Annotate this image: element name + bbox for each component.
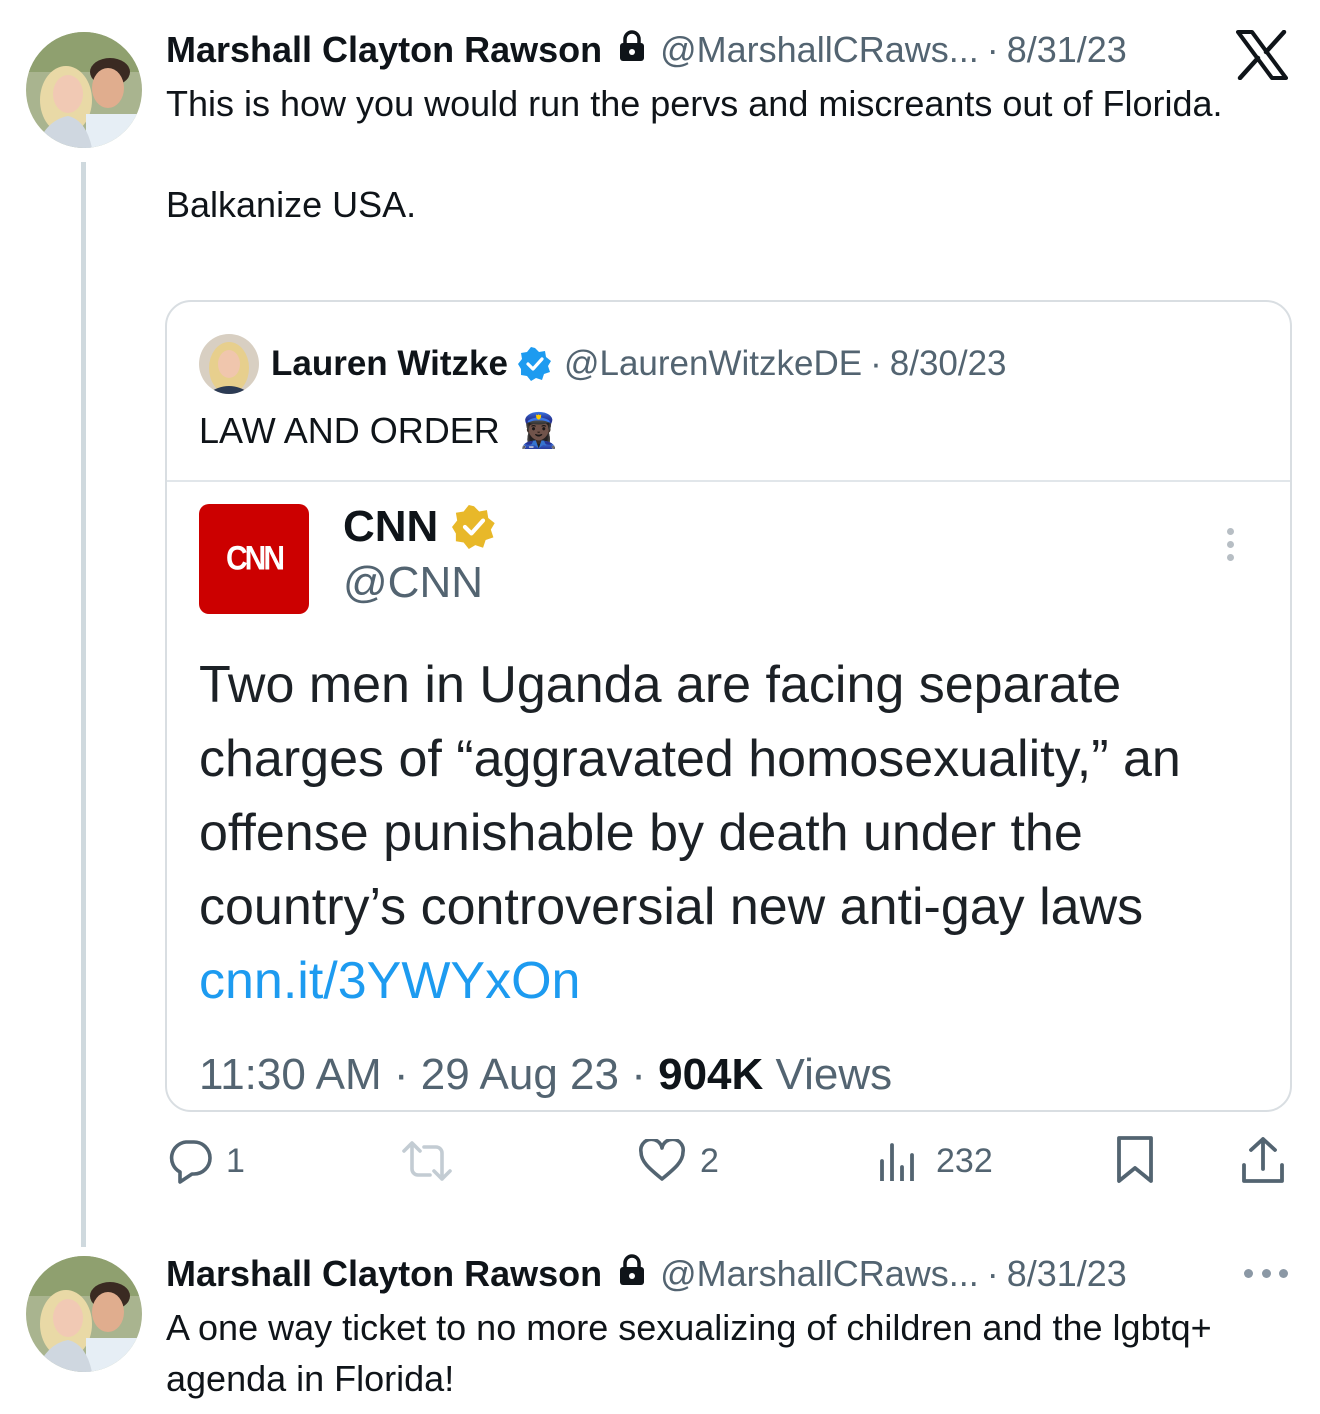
separator: · [870,344,882,383]
embedded-author-name: CNN [343,502,496,552]
reply-icon [169,1140,212,1184]
author-handle[interactable]: @MarshallCRaws... [660,29,979,71]
embedded-date: 29 Aug 23 [420,1050,619,1099]
like-icon [639,1139,685,1181]
x-logo-icon[interactable] [1236,29,1288,81]
like-button[interactable]: 2 [638,1136,719,1186]
tweet-date[interactable]: 8/31/23 [1007,1253,1127,1295]
tweet-text: This is how you would run the pervs and … [166,78,1236,230]
embedded-views-count: 904K [658,1050,764,1099]
separator: · [631,1050,646,1099]
police-officer-emoji: 👮🏿‍♀️ [517,412,561,450]
embedded-time: 11:30 AM [199,1050,382,1099]
lock-icon [618,1253,646,1295]
bookmark-button[interactable] [1114,1134,1156,1186]
bookmark-icon [1117,1136,1153,1183]
quote-text: LAW AND ORDER 👮🏿‍♀️ [199,410,560,452]
separator: · [986,1253,999,1294]
thread-line [81,162,86,1247]
views-icon [880,1143,914,1181]
more-icon [1227,528,1237,568]
tweet-date[interactable]: 8/31/23 [1007,29,1127,71]
quote-tweet-card[interactable]: Lauren Witzke @LaurenWitzkeDE · 8/30/23 … [165,300,1292,1112]
avatar[interactable] [26,1256,142,1372]
tweet-header: Marshall Clayton Rawson @MarshallCRaws..… [166,1252,1127,1296]
tweet-text-line: A one way ticket to no more sexualizing … [166,1307,1212,1399]
quote-text-content: LAW AND ORDER [199,410,500,451]
cnn-logo: CNN [199,504,309,614]
avatar-photo [199,334,259,394]
quote-header: Lauren Witzke @LaurenWitzkeDE · 8/30/23 [199,332,1007,396]
retweet-icon [402,1141,452,1181]
author-name[interactable]: Marshall Clayton Rawson [166,29,602,71]
tweet-header: Marshall Clayton Rawson @MarshallCRaws..… [166,28,1127,72]
quote-author-name[interactable]: Lauren Witzke [271,344,508,384]
avatar-photo [26,32,142,148]
quote-author-handle[interactable]: @LaurenWitzkeDE [564,344,862,384]
quote-date[interactable]: 8/30/23 [890,344,1007,384]
reply-count: 1 [226,1141,245,1180]
avatar[interactable] [26,32,142,148]
separator: · [393,1050,409,1099]
embedded-author-handle: @CNN [343,558,483,607]
divider [167,480,1290,482]
views-button[interactable]: 232 [876,1136,993,1186]
embedded-tweet-text: Two men in Uganda are facing separate ch… [199,648,1269,1018]
embedded-views-label: Views [775,1050,893,1099]
embedded-name-text: CNN [343,502,439,551]
views-count: 232 [936,1141,993,1180]
author-handle[interactable]: @MarshallCRaws... [660,1253,979,1295]
tweet-text: A one way ticket to no more sexualizing … [166,1302,1236,1404]
cnn-logo-text: CNN [226,539,285,578]
separator: · [986,29,999,70]
like-count: 2 [700,1141,719,1180]
embedded-body: Two men in Uganda are facing separate ch… [199,656,1181,936]
more-options-icon[interactable] [1244,1265,1288,1281]
share-icon [1242,1137,1284,1183]
retweet-button[interactable] [400,1138,454,1184]
author-name[interactable]: Marshall Clayton Rawson [166,1253,602,1295]
quote-avatar [199,334,259,394]
tweet-text-line: This is how you would run the pervs and … [166,83,1223,124]
avatar-photo [26,1256,142,1372]
embedded-link: cnn.it/3YWYxOn [199,952,581,1010]
share-button[interactable] [1240,1134,1286,1186]
reply-button[interactable]: 1 [166,1136,245,1186]
verified-gold-badge-icon [452,505,496,549]
verified-badge-icon [517,347,552,381]
embedded-meta: 11:30 AM · 29 Aug 23 · 904K Views [199,1050,892,1100]
lock-icon [618,29,646,71]
tweet-text-line: Balkanize USA. [166,184,417,225]
